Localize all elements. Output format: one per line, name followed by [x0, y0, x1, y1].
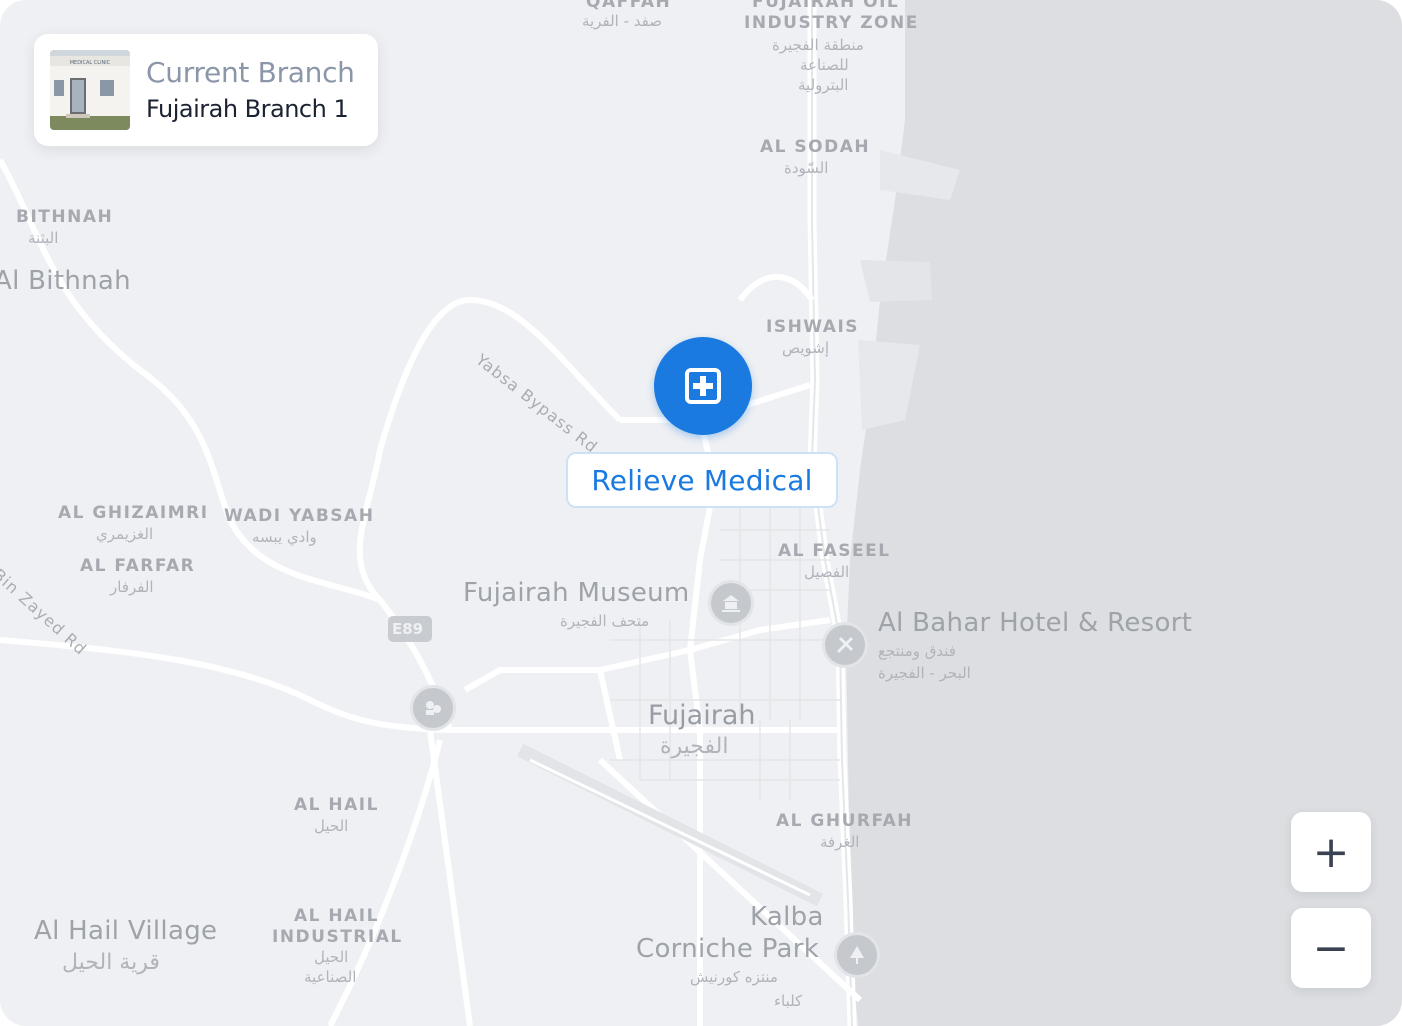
map-label: البترولية	[798, 76, 849, 94]
map-label: AL GHIZAIMRI	[58, 503, 209, 523]
zoom-in-button[interactable]: +	[1291, 812, 1371, 892]
clinic-marker-label[interactable]: Relieve Medical	[566, 452, 838, 508]
attraction-icon[interactable]	[410, 685, 456, 731]
map-label: Fujairah Museum	[463, 578, 690, 608]
branch-thumbnail: MEDICAL CLINIC	[50, 50, 130, 130]
hotel-icon[interactable]	[822, 622, 868, 668]
map-label: ISHWAIS	[766, 317, 860, 337]
map-label: منطقة الفجيرة	[772, 36, 864, 54]
map-label: FUJAIRAH OIL	[752, 0, 900, 12]
map-label: متحف الفجيرة	[560, 612, 650, 630]
map-label: الغرفة	[820, 833, 860, 851]
map-label: Kalba	[750, 902, 824, 932]
map-label: صفد - الفرية	[582, 12, 662, 30]
map-label: السّودة	[784, 159, 829, 177]
map-label: Corniche Park	[636, 934, 820, 964]
map-label: البحر - الفجيرة	[878, 664, 971, 682]
map-base	[0, 0, 1402, 1026]
map-label: البثنة	[28, 229, 59, 247]
current-branch-card[interactable]: MEDICAL CLINIC Current Branch Fujairah B…	[34, 34, 378, 146]
map-label: Al Bahar Hotel & Resort	[878, 608, 1193, 638]
clinic-marker[interactable]	[654, 337, 752, 435]
map-label: كلباء	[774, 992, 803, 1010]
branch-name: Fujairah Branch 1	[146, 95, 349, 123]
map-label: AL SODAH	[760, 137, 871, 157]
map-view[interactable]: صفد - الفرية QAFFAH FUJAIRAH OIL INDUSTR…	[0, 0, 1402, 1026]
map-label: AL FARFAR	[80, 556, 196, 576]
map-label: منتزه كورنيش	[690, 968, 778, 986]
map-label: AL HAIL	[294, 906, 379, 926]
medical-plus-icon	[685, 368, 721, 404]
map-label: INDUSTRY ZONE	[744, 13, 919, 33]
map-label: Fujairah	[648, 700, 756, 731]
map-label: الفجيرة	[660, 734, 729, 759]
map-label: BITHNAH	[16, 207, 114, 227]
map-label: الصناعية	[304, 968, 357, 986]
port-jetty	[860, 260, 932, 302]
map-label: AL FASEEL	[778, 541, 891, 561]
map-label: وادي يبسه	[252, 528, 317, 546]
map-label: قرية الحيل	[62, 950, 160, 975]
map-label: Al Hail Village	[34, 916, 218, 946]
map-label: QAFFAH	[586, 0, 672, 12]
map-label: الحيل	[314, 948, 349, 966]
map-label: فندق ومنتجع	[878, 642, 956, 660]
road-shield-label: E89	[392, 620, 424, 638]
zoom-out-button[interactable]: −	[1291, 908, 1371, 988]
map-label: الفصيل	[804, 563, 850, 581]
map-label: الغزيمري	[96, 525, 154, 543]
branch-thumbnail-sign: MEDICAL CLINIC	[70, 60, 111, 66]
map-label: الفرفار	[110, 578, 154, 596]
map-label: للصناعة	[800, 56, 849, 74]
map-label: Al Bithnah	[0, 266, 131, 296]
map-label: WADI YABSAH	[224, 506, 375, 526]
map-label: INDUSTRIAL	[272, 927, 403, 947]
park-icon[interactable]	[834, 932, 880, 978]
map-label: الحيل	[314, 817, 349, 835]
map-label: إشويص	[782, 339, 830, 357]
museum-icon[interactable]	[708, 580, 754, 626]
map-label: AL HAIL	[294, 795, 379, 815]
map-label: AL GHURFAH	[776, 811, 914, 831]
branch-card-title: Current Branch	[146, 56, 355, 89]
